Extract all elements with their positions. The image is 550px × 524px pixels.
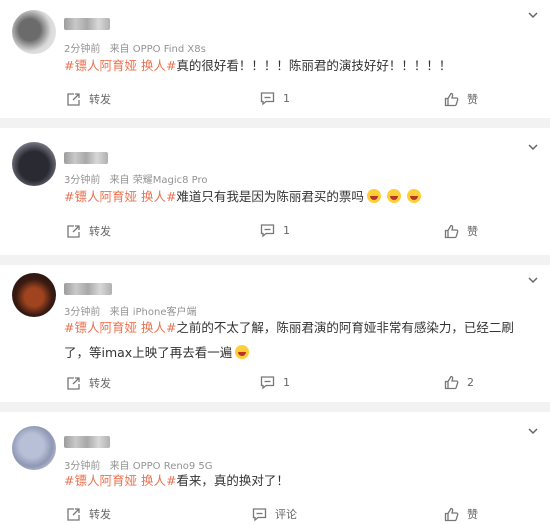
comment-button[interactable]: 1 <box>260 223 290 238</box>
repost-icon <box>67 376 80 390</box>
avatar[interactable] <box>12 273 56 317</box>
laughing-emoji-icon <box>366 189 381 203</box>
like-button[interactable]: 赞 <box>444 91 478 107</box>
comment-text: #镖人阿育娅 换人#难道只有我是因为陈丽君买的票吗 <box>64 184 536 209</box>
avatar[interactable] <box>12 142 56 186</box>
chevron-down-icon[interactable] <box>526 140 540 154</box>
like-icon <box>444 375 459 390</box>
repost-button[interactable]: 转发 <box>66 375 111 391</box>
hashtag-link[interactable]: #镖人阿育娅 换人# <box>64 189 176 204</box>
comment-icon <box>260 376 275 390</box>
repost-button[interactable]: 转发 <box>66 506 111 522</box>
repost-icon <box>67 507 80 521</box>
hashtag-link[interactable]: #镖人阿育娅 换人# <box>64 473 176 488</box>
like-button[interactable]: 赞 <box>444 506 478 522</box>
laughing-emoji-icon <box>406 189 421 203</box>
username[interactable] <box>64 18 110 30</box>
username[interactable] <box>64 152 108 164</box>
repost-icon <box>67 224 80 238</box>
comment-feed: 2分钟前 来自 OPPO Find X8s #镖人阿育娅 换人#真的很好看！！！… <box>0 0 550 524</box>
separator <box>0 402 550 412</box>
chevron-down-icon[interactable] <box>526 424 540 438</box>
laughing-emoji-icon <box>235 345 250 359</box>
comment-text: #镖人阿育娅 换人#看来，真的换对了！ <box>64 473 289 488</box>
laughing-emoji-icon <box>386 189 401 203</box>
comment-card: 2分钟前 来自 OPPO Find X8s #镖人阿育娅 换人#真的很好看！！！… <box>0 0 550 118</box>
comment-button[interactable]: 1 <box>260 375 290 390</box>
hashtag-link[interactable]: #镖人阿育娅 换人# <box>64 58 176 73</box>
repost-button[interactable]: 转发 <box>66 91 111 107</box>
comment-button[interactable]: 评论 <box>252 506 297 522</box>
comment-text: #镖人阿育娅 换人#之前的不太了解，陈丽君演的阿育娅非常有感染力，已经二刷了，等… <box>64 320 514 360</box>
comment-card: 3分钟前 来自 荣耀Magic8 Pro #镖人阿育娅 换人#难道只有我是因为陈… <box>0 128 550 255</box>
comment-card: 3分钟前 来自 OPPO Reno9 5G #镖人阿育娅 换人#看来，真的换对了… <box>0 412 550 524</box>
chevron-down-icon[interactable] <box>526 273 540 287</box>
comment-icon <box>260 92 275 106</box>
repost-icon <box>67 92 80 106</box>
comment-button[interactable]: 1 <box>260 91 290 106</box>
like-button[interactable]: 2 <box>444 375 474 390</box>
like-icon <box>444 224 459 238</box>
avatar[interactable] <box>12 10 56 54</box>
comment-icon <box>260 224 275 238</box>
like-button[interactable]: 赞 <box>444 223 478 239</box>
comment-icon <box>252 507 267 521</box>
comment-text: #镖人阿育娅 换人#真的很好看！！！！陈丽君的演技好好！！！！！ <box>64 58 452 73</box>
username[interactable] <box>64 436 110 448</box>
username[interactable] <box>64 283 112 295</box>
repost-button[interactable]: 转发 <box>66 223 111 239</box>
like-icon <box>444 92 459 106</box>
separator <box>0 118 550 128</box>
chevron-down-icon[interactable] <box>526 8 540 22</box>
avatar[interactable] <box>12 426 56 470</box>
like-icon <box>444 507 459 521</box>
hashtag-link[interactable]: #镖人阿育娅 换人# <box>64 320 176 335</box>
comment-card: 3分钟前 来自 iPhone客户端 #镖人阿育娅 换人#之前的不太了解，陈丽君演… <box>0 265 550 402</box>
separator <box>0 255 550 265</box>
